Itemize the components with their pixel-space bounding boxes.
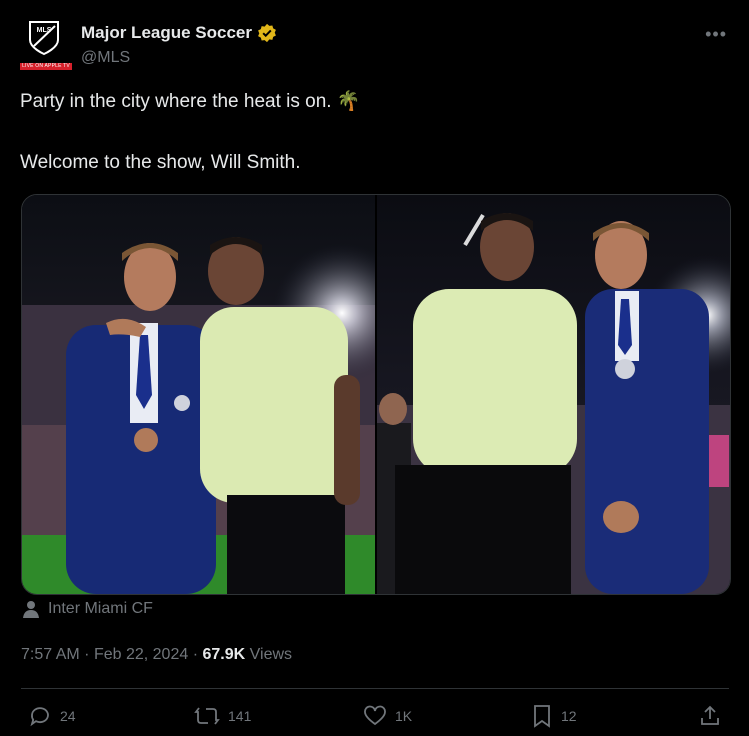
divider xyxy=(21,688,729,689)
person-icon xyxy=(23,601,39,618)
location-tag[interactable]: Inter Miami CF xyxy=(22,600,153,618)
repost-icon xyxy=(194,707,220,725)
photo-1[interactable] xyxy=(22,195,375,594)
location-label[interactable]: Inter Miami CF xyxy=(48,600,153,618)
tweet-line-2: Welcome to the show, Will Smith. xyxy=(20,152,301,173)
account-name-row[interactable]: Major League Soccer xyxy=(81,23,277,43)
repost-count: 141 xyxy=(228,708,252,724)
like-button[interactable]: 1K xyxy=(363,704,412,728)
views-count[interactable]: 67.9K xyxy=(202,646,245,663)
heart-icon xyxy=(364,705,386,726)
verified-badge-icon xyxy=(258,23,276,43)
share-button[interactable] xyxy=(698,704,722,728)
reply-button[interactable]: 24 xyxy=(28,704,76,728)
tweet-text: Party in the city where the heat is on. … xyxy=(20,90,720,175)
photo-2-image xyxy=(377,195,730,594)
tweet-time[interactable]: 7:57 AM xyxy=(21,646,80,663)
media-grid xyxy=(21,194,731,595)
meta-separator: · xyxy=(84,646,90,663)
action-bar: 24 141 1K 12 xyxy=(0,700,749,736)
tweet-line-1: Party in the city where the heat is on. … xyxy=(20,91,361,112)
bookmark-count: 12 xyxy=(561,708,577,724)
reply-count: 24 xyxy=(60,708,76,724)
views-label: Views xyxy=(249,646,293,663)
more-icon[interactable]: ••• xyxy=(705,24,727,45)
tweet-meta: 7:57 AM · Feb 22, 2024 · 67.9K Views xyxy=(21,646,292,664)
bookmark-icon xyxy=(534,705,550,728)
live-badge: LIVE ON APPLE TV xyxy=(20,63,72,70)
repost-button[interactable]: 141 xyxy=(194,704,251,728)
photo-2[interactable] xyxy=(377,195,730,594)
meta-separator: · xyxy=(192,646,199,663)
photo-1-image xyxy=(22,195,375,594)
mls-crest-icon: MLS xyxy=(29,21,59,56)
like-count: 1K xyxy=(395,708,413,724)
palm-tree-emoji: 🌴 xyxy=(336,91,361,112)
bookmark-button[interactable]: 12 xyxy=(531,704,577,728)
account-handle[interactable]: @MLS xyxy=(81,49,130,67)
reply-icon xyxy=(30,707,49,727)
share-icon xyxy=(701,705,719,725)
avatar[interactable]: MLS LIVE ON APPLE TV xyxy=(20,16,72,72)
account-name[interactable]: Major League Soccer xyxy=(81,23,252,43)
crest-text: MLS xyxy=(37,27,52,34)
tweet-date[interactable]: Feb 22, 2024 xyxy=(94,646,188,663)
